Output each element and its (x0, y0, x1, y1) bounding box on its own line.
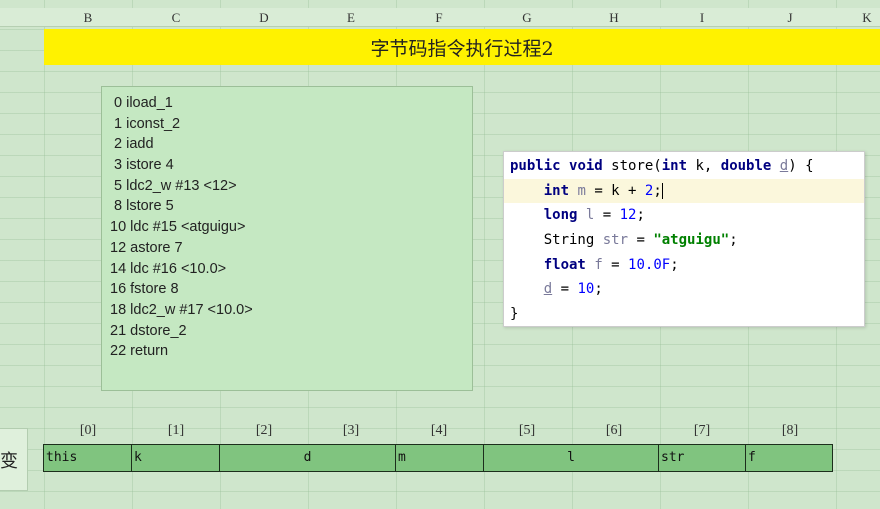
column-header-h[interactable]: H (570, 10, 658, 26)
left-edge-label: 变 (0, 450, 18, 472)
local-variable-table: this k d m l str f (43, 444, 833, 472)
bytecode-line: 21 dstore_2 (110, 322, 187, 339)
slot-index: [3] (342, 423, 360, 438)
title-banner[interactable]: 字节码指令执行过程2 (44, 29, 880, 65)
slot-k[interactable]: k (131, 444, 220, 472)
code-line-assign-d: d = 10; (543, 281, 603, 298)
code-line-close: } (510, 306, 519, 323)
column-header-f[interactable]: F (395, 10, 483, 26)
slot-str[interactable]: str (658, 444, 746, 472)
slot-f[interactable]: f (745, 444, 833, 472)
slot-index: [6] (605, 423, 623, 438)
column-header-g[interactable]: G (483, 10, 571, 26)
bytecode-listing-box[interactable]: 0 iload_1 1 iconst_2 2 iadd 3 istore 4 5… (101, 86, 473, 391)
java-code-box[interactable]: public void store(int k, double d) { int… (503, 151, 865, 327)
slot-index: [7] (693, 423, 711, 438)
column-header-e[interactable]: E (307, 10, 395, 26)
column-header-k[interactable]: K (823, 10, 880, 26)
bytecode-line: 8 lstore 5 (114, 198, 174, 215)
column-header-i[interactable]: I (658, 10, 746, 26)
code-line-string-str: String str = "atguigu"; (543, 232, 738, 249)
text-cursor (661, 182, 663, 199)
bytecode-line: 3 istore 4 (114, 157, 174, 174)
bytecode-line: 22 return (110, 343, 169, 360)
slot-index: [1] (167, 423, 185, 438)
code-line-long-l: long l = 12; (543, 207, 645, 224)
code-line-int-m: int m = k + 2; (504, 178, 864, 204)
slot-d[interactable]: d (219, 444, 396, 472)
title-text: 字节码指令执行过程2 (370, 37, 554, 60)
bytecode-line: 14 ldc #16 <10.0> (110, 260, 227, 277)
bytecode-line: 5 ldc2_w #13 <12> (114, 177, 237, 194)
slot-index: [5] (518, 423, 536, 438)
left-edge-cell[interactable]: 变 (0, 428, 28, 491)
bytecode-line: 1 iconst_2 (114, 115, 181, 132)
slot-l[interactable]: l (483, 444, 659, 472)
slot-index: [8] (781, 423, 799, 438)
bytecode-line: 18 ldc2_w #17 <10.0> (110, 301, 253, 318)
code-line-float-f: float f = 10.0F; (543, 256, 679, 273)
bytecode-line: 16 fstore 8 (110, 281, 179, 298)
column-header-b[interactable]: B (44, 10, 132, 26)
slot-index: [0] (79, 423, 97, 438)
slot-m[interactable]: m (395, 444, 484, 472)
bytecode-line: 2 iadd (114, 136, 154, 153)
column-header-c[interactable]: C (132, 10, 220, 26)
bytecode-line: 10 ldc #15 <atguigu> (110, 219, 246, 236)
bytecode-line: 12 astore 7 (110, 239, 183, 256)
column-header-j[interactable]: J (746, 10, 834, 26)
bytecode-line: 0 iload_1 (114, 95, 173, 111)
slot-index: [4] (430, 423, 448, 438)
column-header-row: B C D E F G H I J K (0, 8, 880, 27)
column-header-d[interactable]: D (220, 10, 308, 26)
code-line-signature: public void store(int k, double d) { (510, 158, 814, 174)
slot-index: [2] (255, 423, 273, 438)
slot-this[interactable]: this (43, 444, 132, 472)
